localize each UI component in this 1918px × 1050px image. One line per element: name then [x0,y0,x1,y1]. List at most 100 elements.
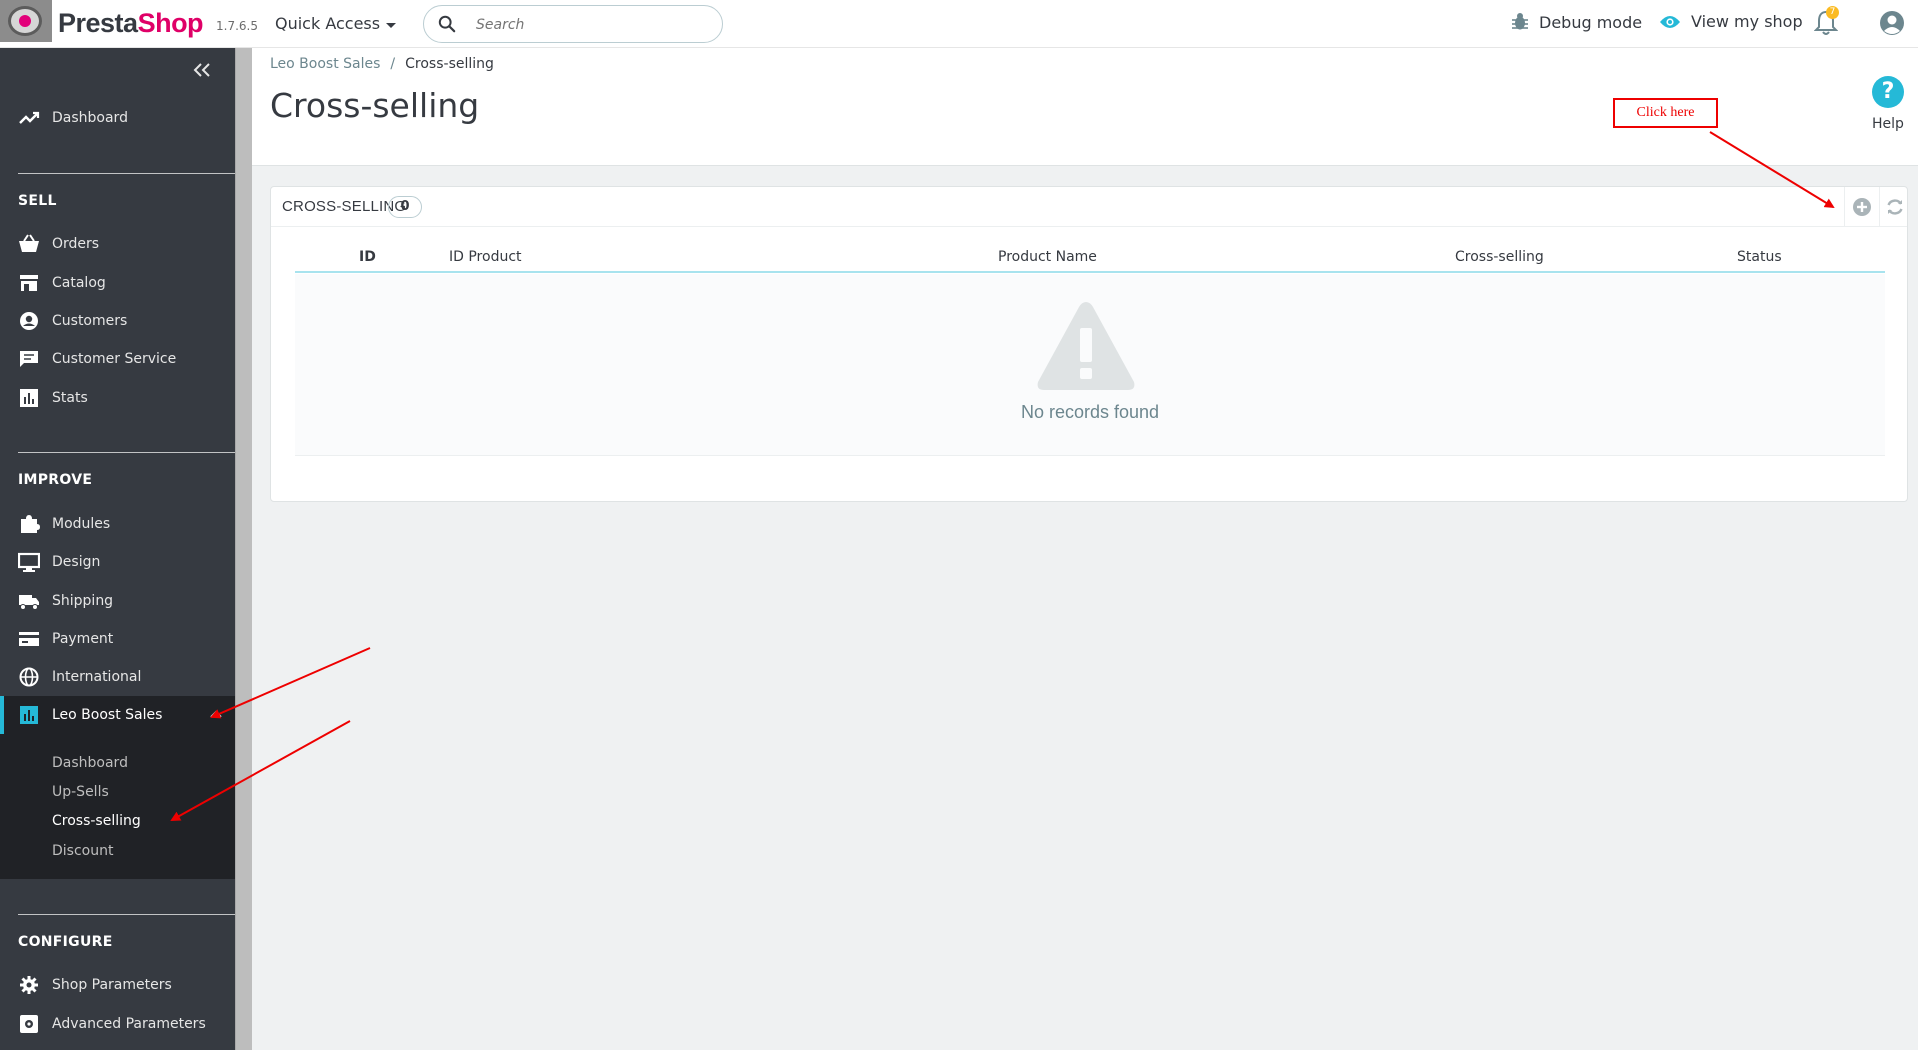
help-button[interactable]: ? Help [1868,76,1908,132]
top-header: PrestaShop 1.7.6.5 Quick Access Debug mo… [0,0,1918,48]
sidebar-item-shipping[interactable]: Shipping [0,584,235,618]
empty-message: No records found [1020,402,1160,422]
brand-second: Shop [137,8,204,38]
sidebar-item-label: International [52,669,142,685]
section-title-improve: IMPROVE [18,472,93,488]
refresh-list-button[interactable] [1879,187,1909,227]
sidebar-item-customer-service[interactable]: Customer Service [0,342,235,376]
divider [18,173,235,174]
account-circle-icon [20,312,38,330]
view-shop-link[interactable]: View my shop [1659,12,1803,31]
warning-icon [1037,302,1135,390]
breadcrumb-separator: / [390,56,396,72]
prestashop-logo-icon [8,6,42,36]
chart-box-icon [20,706,38,724]
sidebar-item-label: Dashboard [52,110,128,126]
search-icon[interactable] [438,15,456,33]
column-header-id[interactable]: ID [359,249,376,265]
sidebar-item-label: Payment [52,631,114,647]
sidebar-item-modules[interactable]: Modules [0,507,235,541]
chevron-up-icon [210,710,222,718]
divider [18,914,235,915]
sidebar-item-dashboard[interactable]: Dashboard [0,101,235,135]
record-count-badge: 0 [388,196,422,218]
sidebar-item-catalog[interactable]: Catalog [0,266,235,300]
sidebar-item-label: Shop Parameters [52,977,172,993]
quick-access-label: Quick Access [275,14,381,33]
submenu-item-up-sells[interactable]: Up-Sells [52,784,109,800]
truck-icon [19,595,39,610]
page-title: Cross-selling [270,86,480,125]
sidebar-item-label: Leo Boost Sales [52,707,163,723]
submenu-item-dashboard[interactable]: Dashboard [52,755,128,771]
view-shop-label: View my shop [1691,12,1803,31]
settings-box-icon [20,1015,38,1033]
submenu-item-cross-selling[interactable]: Cross-selling [52,813,141,829]
panel-heading: CROSS-SELLING 0 [271,187,1907,227]
breadcrumb: Leo Boost Sales / Cross-selling [270,56,494,72]
desktop-icon [18,552,40,572]
sidebar-item-label: Customers [52,313,128,329]
section-title-configure: CONFIGURE [18,934,113,950]
sidebar-item-payment[interactable]: Payment [0,622,235,656]
sidebar-item-design[interactable]: Design [0,545,235,579]
add-new-button[interactable] [1844,187,1879,227]
sidebar-item-label: Catalog [52,275,106,291]
sidebar-item-orders[interactable]: Orders [0,227,235,261]
credit-card-icon [19,632,39,646]
brand-first: Presta [58,8,138,38]
sidebar-item-advanced-parameters[interactable]: Advanced Parameters [0,1007,235,1041]
version-label: 1.7.6.5 [216,19,258,33]
breadcrumb-parent-link[interactable]: Leo Boost Sales [270,56,380,72]
basket-icon [19,234,39,252]
sidebar-item-customers[interactable]: Customers [0,304,235,338]
sidebar: Dashboard SELL Orders Catalog Customers … [0,48,235,1050]
sidebar-scrollbar[interactable] [235,48,252,1050]
bug-icon [1512,13,1528,30]
logo[interactable] [0,0,52,42]
globe-icon [19,667,39,687]
sidebar-item-international[interactable]: International [0,660,235,694]
column-header-id-product[interactable]: ID Product [449,249,522,265]
user-avatar-icon[interactable] [1879,10,1905,36]
sidebar-item-stats[interactable]: Stats [0,381,235,415]
breadcrumb-current: Cross-selling [405,56,494,72]
help-icon: ? [1872,76,1904,108]
click-here-callout: Click here [1613,98,1718,128]
search-input[interactable] [476,14,706,36]
help-label: Help [1872,116,1904,132]
search-box[interactable] [423,5,723,43]
sidebar-item-label: Orders [52,236,100,252]
sidebar-item-label: Shipping [52,593,114,609]
submenu-item-discount[interactable]: Discount [52,843,113,859]
debug-mode-link[interactable]: Debug mode [1511,12,1642,32]
bar-chart-icon [20,389,38,407]
plus-circle-icon [1853,198,1871,216]
debug-mode-label: Debug mode [1539,12,1643,32]
empty-table-state: No records found [295,274,1885,456]
section-title-sell: SELL [18,193,57,209]
sidebar-item-label: Customer Service [52,351,177,367]
caret-down-icon [386,22,397,28]
divider [18,452,235,453]
eye-icon [1660,15,1680,28]
table-header: ID ID Product Product Name Cross-selling… [295,235,1885,273]
collapse-menu-icon[interactable] [192,61,212,79]
brand-name[interactable]: PrestaShop [58,8,204,39]
puzzle-icon [21,515,40,533]
sidebar-item-label: Advanced Parameters [52,1016,206,1032]
sidebar-item-label: Modules [52,516,111,532]
cross-selling-panel: CROSS-SELLING 0 ID ID Product Product Na… [270,186,1908,502]
store-icon [20,275,38,291]
column-header-cross-selling[interactable]: Cross-selling [1455,249,1544,265]
trending-up-icon [19,111,40,124]
column-header-status[interactable]: Status [1737,249,1782,265]
refresh-icon [1886,199,1903,215]
sidebar-item-leo-boost-sales[interactable]: Leo Boost Sales [0,698,235,732]
sidebar-item-label: Design [52,554,101,570]
sidebar-item-shop-parameters[interactable]: Shop Parameters [0,968,235,1002]
quick-access-dropdown[interactable]: Quick Access [275,14,397,33]
column-header-product-name[interactable]: Product Name [998,249,1097,265]
chat-icon [20,351,38,367]
sidebar-item-label: Stats [52,390,88,406]
